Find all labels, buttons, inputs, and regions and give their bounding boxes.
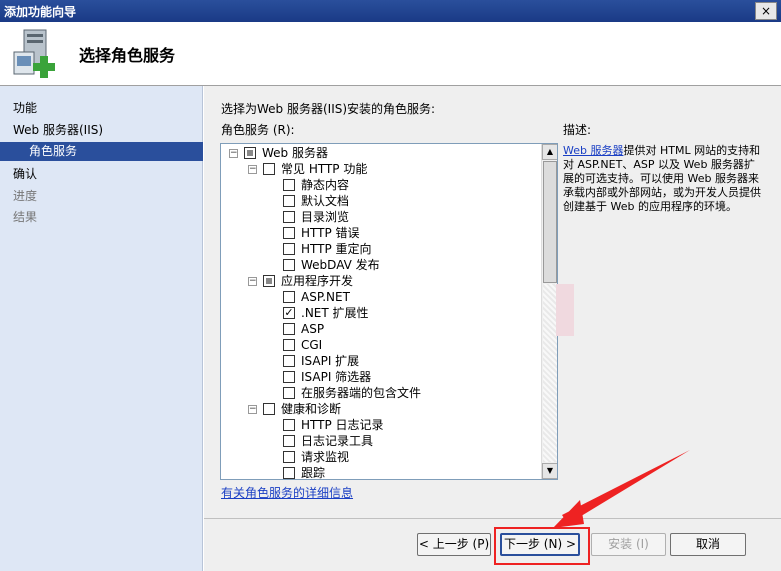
checkbox[interactable]: [283, 355, 295, 367]
tree-item[interactable]: 默认文档: [221, 193, 541, 209]
tree-item-label: 日志记录工具: [301, 434, 374, 448]
collapse-icon[interactable]: −: [229, 149, 238, 158]
tree-item[interactable]: − Web 服务器: [221, 145, 541, 161]
tree-item-label: 默认文档: [301, 194, 350, 208]
tree-item-label: 静态内容: [301, 178, 350, 192]
checkbox[interactable]: [283, 179, 295, 191]
tree-item-label: HTTP 错误: [301, 226, 360, 240]
tree-item[interactable]: 在服务器端的包含文件: [221, 385, 541, 401]
tree-item[interactable]: ASP.NET: [221, 289, 541, 305]
tree-item-label: ISAPI 扩展: [301, 354, 360, 368]
web-server-link[interactable]: Web 服务器: [563, 144, 623, 157]
page-title: 选择角色服务: [79, 46, 176, 65]
wizard-header: 选择角色服务: [0, 22, 781, 86]
tree-item-label: HTTP 重定向: [301, 242, 372, 256]
checkbox[interactable]: [283, 211, 295, 223]
collapse-icon[interactable]: −: [248, 405, 257, 414]
tree-item-label: Web 服务器: [262, 146, 328, 160]
role-services-tree[interactable]: − Web 服务器 − 常见 HTTP 功能 静态内容 默认文档 目录浏览 HTTP 错误 HT…: [220, 143, 558, 480]
tree-item-label: ASP: [301, 322, 325, 336]
checkbox[interactable]: [263, 403, 275, 415]
title-bar: 添加功能向导 ×: [0, 0, 781, 22]
checkbox[interactable]: [263, 275, 275, 287]
scroll-track[interactable]: [543, 284, 557, 462]
tree-item-label: 常见 HTTP 功能: [281, 162, 368, 176]
tree-item-label: WebDAV 发布: [301, 258, 380, 272]
checkbox[interactable]: [283, 227, 295, 239]
tree-item-label: 应用程序开发: [281, 274, 354, 288]
next-button-highlight-box: [494, 527, 590, 565]
instruction-text: 选择为Web 服务器(IIS)安装的角色服务:: [221, 102, 436, 116]
tree-item[interactable]: ISAPI 扩展: [221, 353, 541, 369]
sidebar-item-features[interactable]: 功能: [13, 99, 37, 116]
tree-item[interactable]: HTTP 日志记录: [221, 417, 541, 433]
role-services-label: 角色服务 (R):: [221, 123, 295, 137]
collapse-icon[interactable]: −: [248, 277, 257, 286]
tree-item-label: ASP.NET: [301, 290, 350, 304]
tree-item-label: 健康和诊断: [281, 402, 342, 416]
tree-item-label: CGI: [301, 338, 323, 352]
sidebar-item-confirm[interactable]: 确认: [13, 165, 37, 182]
tree-item[interactable]: 请求监视: [221, 449, 541, 465]
tree-item[interactable]: ASP: [221, 321, 541, 337]
tree-item[interactable]: − 常见 HTTP 功能: [221, 161, 541, 177]
checkbox[interactable]: [283, 467, 295, 479]
tree-item-label: .NET 扩展性: [301, 306, 369, 320]
tree-item-label: HTTP 日志记录: [301, 418, 384, 432]
checkbox[interactable]: [283, 387, 295, 399]
checkbox[interactable]: [283, 323, 295, 335]
scroll-down-icon[interactable]: ▼: [542, 463, 557, 479]
tree-item[interactable]: 跟踪: [221, 465, 541, 480]
checkbox[interactable]: [283, 451, 295, 463]
tree-item-label: 目录浏览: [301, 210, 350, 224]
tree-item-label: 跟踪: [301, 466, 326, 480]
tree-item-label: ISAPI 筛选器: [301, 370, 372, 384]
checkbox[interactable]: [283, 339, 295, 351]
checkbox[interactable]: [283, 195, 295, 207]
checkbox[interactable]: [263, 163, 275, 175]
main-content: 选择为Web 服务器(IIS)安装的角色服务: 角色服务 (R): 描述: − W…: [204, 86, 781, 518]
wizard-steps-sidebar: 功能 Web 服务器(IIS) 角色服务 确认 进度 结果: [0, 86, 203, 571]
tree-item[interactable]: 目录浏览: [221, 209, 541, 225]
tree-item[interactable]: CGI: [221, 337, 541, 353]
sidebar-item-results: 结果: [13, 210, 38, 224]
sidebar-item-role-services[interactable]: 角色服务: [0, 142, 203, 161]
tree-item[interactable]: ✓ .NET 扩展性: [221, 305, 541, 321]
checkbox[interactable]: [283, 419, 295, 431]
tree-item[interactable]: 日志记录工具: [221, 433, 541, 449]
server-add-icon: [13, 29, 55, 78]
sidebar-item-web-server[interactable]: Web 服务器(IIS): [13, 121, 103, 138]
role-services-details-link[interactable]: 有关角色服务的详细信息: [221, 484, 353, 501]
tree-item[interactable]: − 健康和诊断: [221, 401, 541, 417]
scroll-up-icon[interactable]: ▲: [542, 144, 557, 160]
tree-item[interactable]: WebDAV 发布: [221, 257, 541, 273]
checkbox[interactable]: [283, 291, 295, 303]
tree-item[interactable]: ISAPI 筛选器: [221, 369, 541, 385]
close-button[interactable]: ×: [755, 2, 777, 20]
role-description: Web 服务器提供对 HTML 网站的支持和对 ASP.NET、ASP 以及 W…: [563, 144, 763, 214]
checkbox[interactable]: [283, 243, 295, 255]
checkbox[interactable]: [244, 147, 256, 159]
wizard-footer: < 上一步 (P) 下一步 (N) > 安装 (I) 取消: [204, 518, 781, 571]
tree-item[interactable]: 静态内容: [221, 177, 541, 193]
install-button: 安装 (I): [591, 533, 666, 556]
sidebar-item-progress: 进度: [13, 189, 38, 203]
window-title: 添加功能向导: [4, 5, 77, 19]
tree-item[interactable]: − 应用程序开发: [221, 273, 541, 289]
back-button[interactable]: < 上一步 (P): [417, 533, 491, 556]
tree-item-label: 请求监视: [301, 450, 350, 464]
checkbox[interactable]: [283, 371, 295, 383]
tree-item-label: 在服务器端的包含文件: [301, 386, 422, 400]
tree-item[interactable]: HTTP 重定向: [221, 241, 541, 257]
description-label: 描述:: [563, 123, 592, 137]
checkbox[interactable]: ✓: [283, 307, 295, 319]
cancel-button[interactable]: 取消: [670, 533, 746, 556]
checkbox[interactable]: [283, 259, 295, 271]
scroll-highlight-mark: [556, 284, 574, 336]
collapse-icon[interactable]: −: [248, 165, 257, 174]
vertical-scrollbar[interactable]: ▲ ▼: [541, 144, 557, 479]
scroll-thumb[interactable]: [543, 161, 557, 283]
tree-item[interactable]: HTTP 错误: [221, 225, 541, 241]
checkbox[interactable]: [283, 435, 295, 447]
